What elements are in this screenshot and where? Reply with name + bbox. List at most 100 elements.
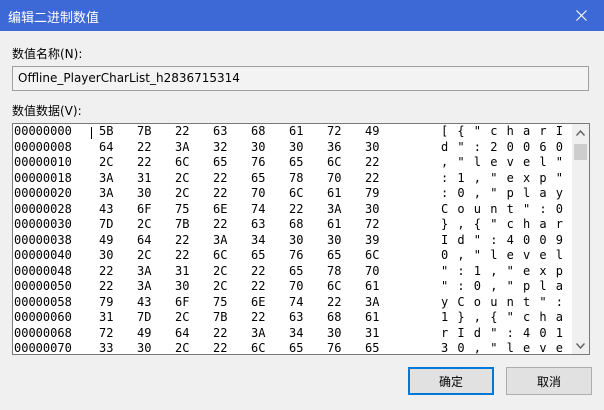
ascii-char[interactable]: } bbox=[457, 310, 464, 326]
hex-byte[interactable]: 5B bbox=[99, 124, 113, 140]
hex-byte[interactable]: 7B bbox=[213, 310, 227, 326]
hex-byte[interactable]: 6C bbox=[365, 248, 379, 264]
ascii-char[interactable]: : bbox=[457, 264, 464, 280]
ascii-char[interactable]: 4 bbox=[507, 233, 514, 249]
hex-byte[interactable]: 74 bbox=[289, 295, 303, 311]
ascii-char[interactable]: , bbox=[474, 171, 481, 187]
ascii-char[interactable]: " bbox=[507, 264, 514, 280]
hex-byte[interactable]: 30 bbox=[365, 140, 379, 156]
hex-byte[interactable]: 22 bbox=[251, 279, 265, 295]
ascii-char[interactable]: e bbox=[523, 264, 530, 280]
hex-byte[interactable]: 22 bbox=[175, 124, 189, 140]
ascii-char[interactable]: I bbox=[441, 233, 448, 249]
ascii-char[interactable]: " bbox=[507, 310, 514, 326]
hex-byte[interactable]: 22 bbox=[99, 279, 113, 295]
scroll-down-button[interactable] bbox=[572, 337, 589, 354]
ascii-char[interactable]: a bbox=[556, 310, 563, 326]
ascii-char[interactable]: , bbox=[441, 155, 448, 171]
ascii-char[interactable]: 0 bbox=[523, 233, 530, 249]
ascii-char[interactable]: " bbox=[490, 217, 497, 233]
ascii-char[interactable]: 1 bbox=[474, 264, 481, 280]
hex-byte[interactable]: 3A bbox=[137, 264, 151, 280]
ascii-char[interactable]: v bbox=[523, 248, 530, 264]
ascii-char[interactable]: d bbox=[474, 326, 481, 342]
hex-byte[interactable]: 61 bbox=[289, 124, 303, 140]
hex-byte[interactable]: 63 bbox=[213, 124, 227, 140]
ascii-char[interactable]: o bbox=[457, 202, 464, 218]
hex-byte[interactable]: 78 bbox=[289, 171, 303, 187]
hex-byte[interactable]: 2C bbox=[175, 171, 189, 187]
hex-byte[interactable]: 6C bbox=[327, 279, 341, 295]
hex-byte[interactable]: 70 bbox=[365, 264, 379, 280]
ascii-char[interactable]: p bbox=[556, 264, 563, 280]
value-name-field[interactable]: Offline_PlayerCharList_h2836715314 bbox=[12, 66, 589, 91]
ascii-char[interactable]: : bbox=[441, 171, 448, 187]
ascii-char[interactable]: , bbox=[490, 264, 497, 280]
ascii-char[interactable]: l bbox=[474, 155, 481, 171]
hex-byte[interactable]: 49 bbox=[137, 326, 151, 342]
ascii-char[interactable]: , bbox=[474, 341, 481, 354]
hex-byte[interactable]: 30 bbox=[289, 233, 303, 249]
hex-byte[interactable]: 61 bbox=[327, 186, 341, 202]
hex-byte[interactable]: 2C bbox=[213, 279, 227, 295]
scroll-up-button[interactable] bbox=[572, 124, 589, 141]
ascii-char[interactable]: " bbox=[441, 264, 448, 280]
hex-byte[interactable]: 22 bbox=[213, 171, 227, 187]
ascii-char[interactable]: r bbox=[441, 326, 448, 342]
hex-byte[interactable]: 65 bbox=[289, 264, 303, 280]
ascii-char[interactable]: p bbox=[507, 186, 514, 202]
ascii-char[interactable]: a bbox=[556, 279, 563, 295]
ascii-char[interactable]: p bbox=[539, 171, 546, 187]
ascii-char[interactable]: , bbox=[474, 186, 481, 202]
ascii-char[interactable]: c bbox=[507, 217, 514, 233]
ascii-char[interactable]: 0 bbox=[523, 140, 530, 156]
ascii-char[interactable]: 2 bbox=[490, 140, 497, 156]
ascii-char[interactable]: x bbox=[539, 264, 546, 280]
ascii-char[interactable]: [ bbox=[441, 124, 448, 140]
hex-byte[interactable]: 75 bbox=[175, 202, 189, 218]
ascii-char[interactable]: { bbox=[474, 217, 481, 233]
ascii-char[interactable]: l bbox=[507, 341, 514, 354]
hex-byte[interactable]: 3A bbox=[365, 295, 379, 311]
hex-byte[interactable]: 30 bbox=[327, 233, 341, 249]
ascii-char[interactable]: 0 bbox=[441, 248, 448, 264]
hex-byte[interactable]: 22 bbox=[365, 155, 379, 171]
hex-byte[interactable]: 68 bbox=[327, 310, 341, 326]
ascii-char[interactable]: y bbox=[441, 295, 448, 311]
hex-byte[interactable]: 61 bbox=[365, 279, 379, 295]
hex-byte[interactable]: 22 bbox=[213, 217, 227, 233]
hex-byte[interactable]: 30 bbox=[289, 140, 303, 156]
close-button[interactable] bbox=[558, 0, 604, 31]
hex-byte[interactable]: 31 bbox=[137, 171, 151, 187]
hex-byte[interactable]: 43 bbox=[99, 202, 113, 218]
hex-byte[interactable]: 65 bbox=[327, 248, 341, 264]
hex-byte[interactable]: 22 bbox=[289, 202, 303, 218]
hex-byte[interactable]: 30 bbox=[137, 341, 151, 354]
ascii-char[interactable]: " bbox=[523, 202, 530, 218]
ascii-char[interactable]: e bbox=[556, 341, 563, 354]
ascii-char[interactable]: e bbox=[507, 248, 514, 264]
scroll-thumb[interactable] bbox=[574, 144, 587, 160]
ascii-char[interactable]: 0 bbox=[474, 279, 481, 295]
ascii-char[interactable]: " bbox=[490, 186, 497, 202]
hex-byte[interactable]: 65 bbox=[251, 248, 265, 264]
ascii-char[interactable]: 4 bbox=[523, 326, 530, 342]
ascii-char[interactable]: " bbox=[441, 279, 448, 295]
ascii-char[interactable]: 0 bbox=[507, 140, 514, 156]
ascii-char[interactable]: c bbox=[523, 310, 530, 326]
hex-byte[interactable]: 76 bbox=[289, 248, 303, 264]
hex-byte[interactable]: 6C bbox=[213, 248, 227, 264]
hex-byte[interactable]: 30 bbox=[327, 326, 341, 342]
ascii-char[interactable]: " bbox=[457, 155, 464, 171]
hex-byte[interactable]: 39 bbox=[365, 233, 379, 249]
hex-byte[interactable]: 6F bbox=[175, 295, 189, 311]
hex-byte[interactable]: 68 bbox=[251, 124, 265, 140]
ascii-char[interactable]: " bbox=[507, 279, 514, 295]
ascii-char[interactable]: 0 bbox=[539, 326, 546, 342]
ascii-char[interactable]: l bbox=[539, 155, 546, 171]
ascii-char[interactable]: t bbox=[507, 202, 514, 218]
hex-byte[interactable]: 7B bbox=[175, 217, 189, 233]
ascii-char[interactable]: x bbox=[523, 171, 530, 187]
hex-byte[interactable]: 72 bbox=[327, 124, 341, 140]
hex-byte[interactable]: 2C bbox=[137, 248, 151, 264]
